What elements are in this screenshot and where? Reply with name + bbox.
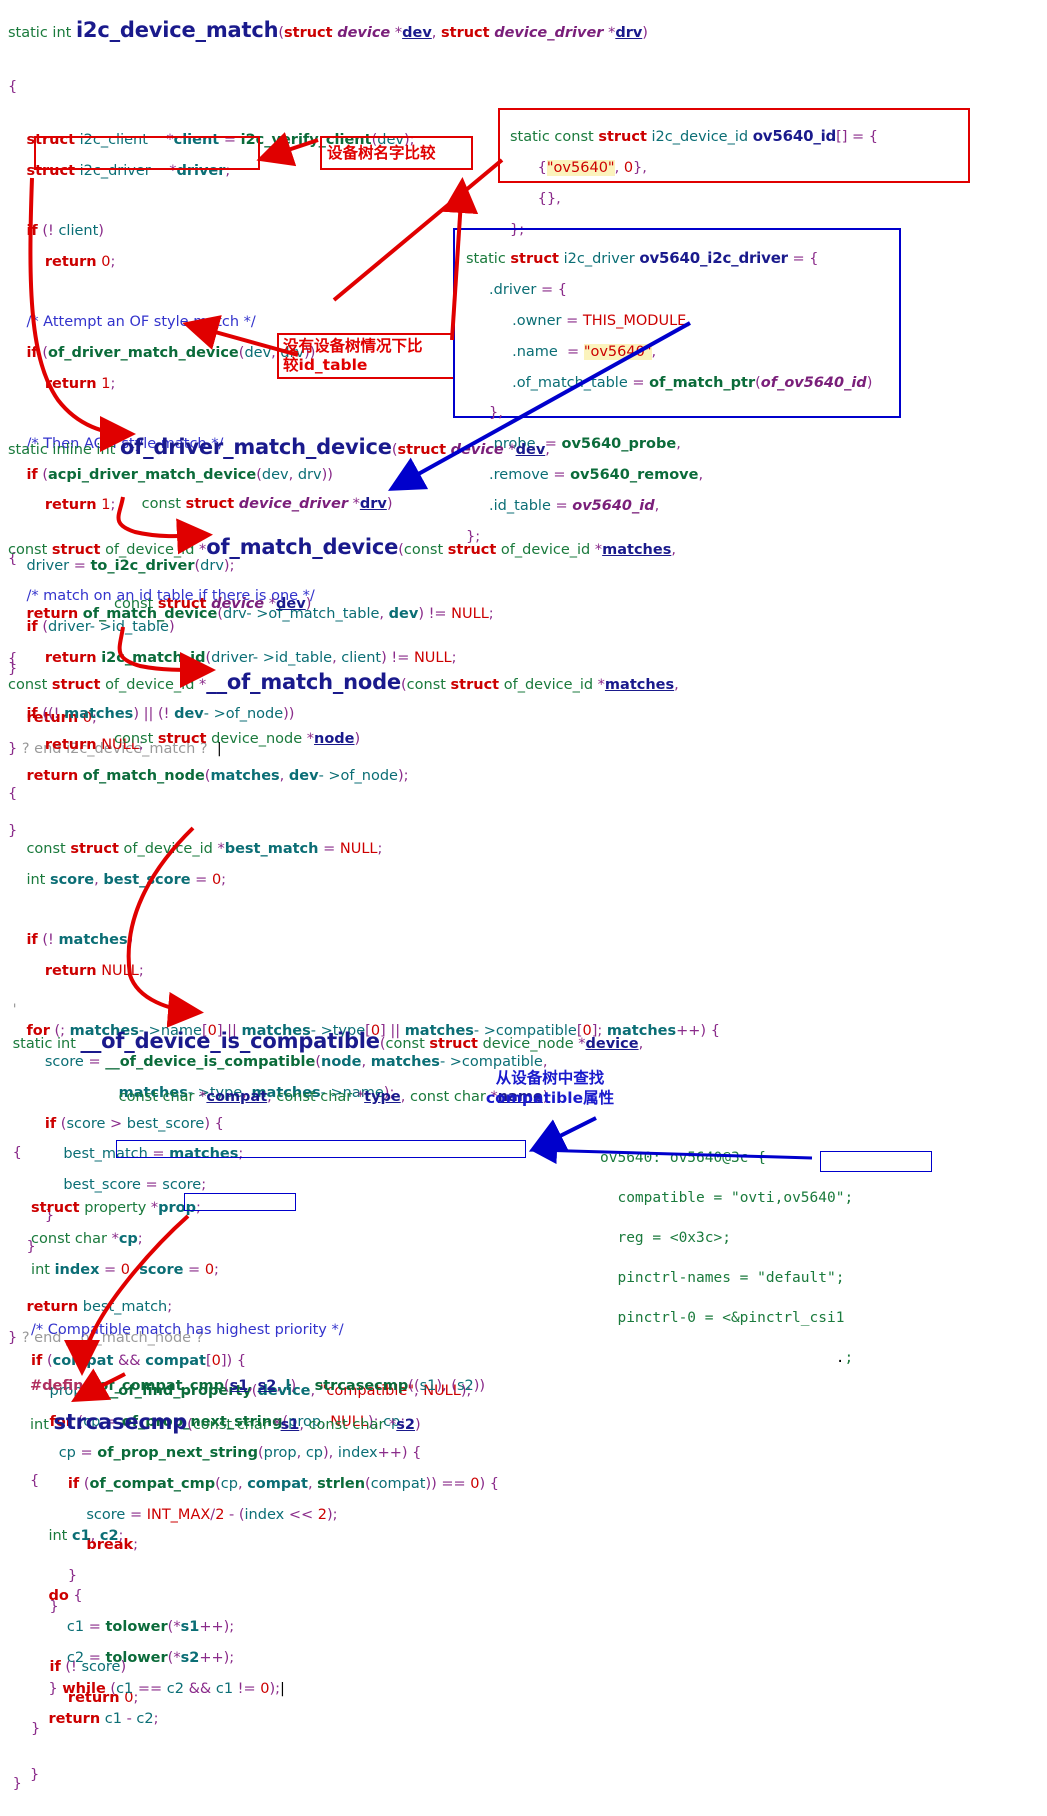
annotation-no-dt-compare: 没有设备树情况下比 较id_table [283, 337, 458, 375]
block-strcasecmp: int strcasecmp(const char *s1, const cha… [30, 1410, 421, 1783]
block-device-tree-fragment: ov5640: ov5640@3c { compatible = "ovti,o… [600, 1150, 854, 1366]
annotation-find-compatible-line2: compatible属性 [485, 1089, 615, 1107]
box-of-compat-cmp-call [184, 1193, 296, 1211]
annotation-no-dt-compare-line1: 没有设备树情况下比 [283, 337, 423, 355]
box-dt-compatible-value [820, 1151, 932, 1172]
code-flow-diagram: static int i2c_device_match(struct devic… [0, 0, 1047, 1816]
annotation-dt-name-compare: 设备树名字比较 [327, 144, 436, 162]
annotation-find-compatible-line1: 从设备树中查找 [495, 1069, 605, 1087]
box-of-find-property-call [116, 1140, 526, 1158]
annotation-no-dt-compare-line2: 较id_table [283, 356, 368, 374]
highlight-box-of-style-match [34, 136, 260, 170]
annotation-find-compatible: 从设备树中查找 compatible属性 [440, 1068, 660, 1108]
